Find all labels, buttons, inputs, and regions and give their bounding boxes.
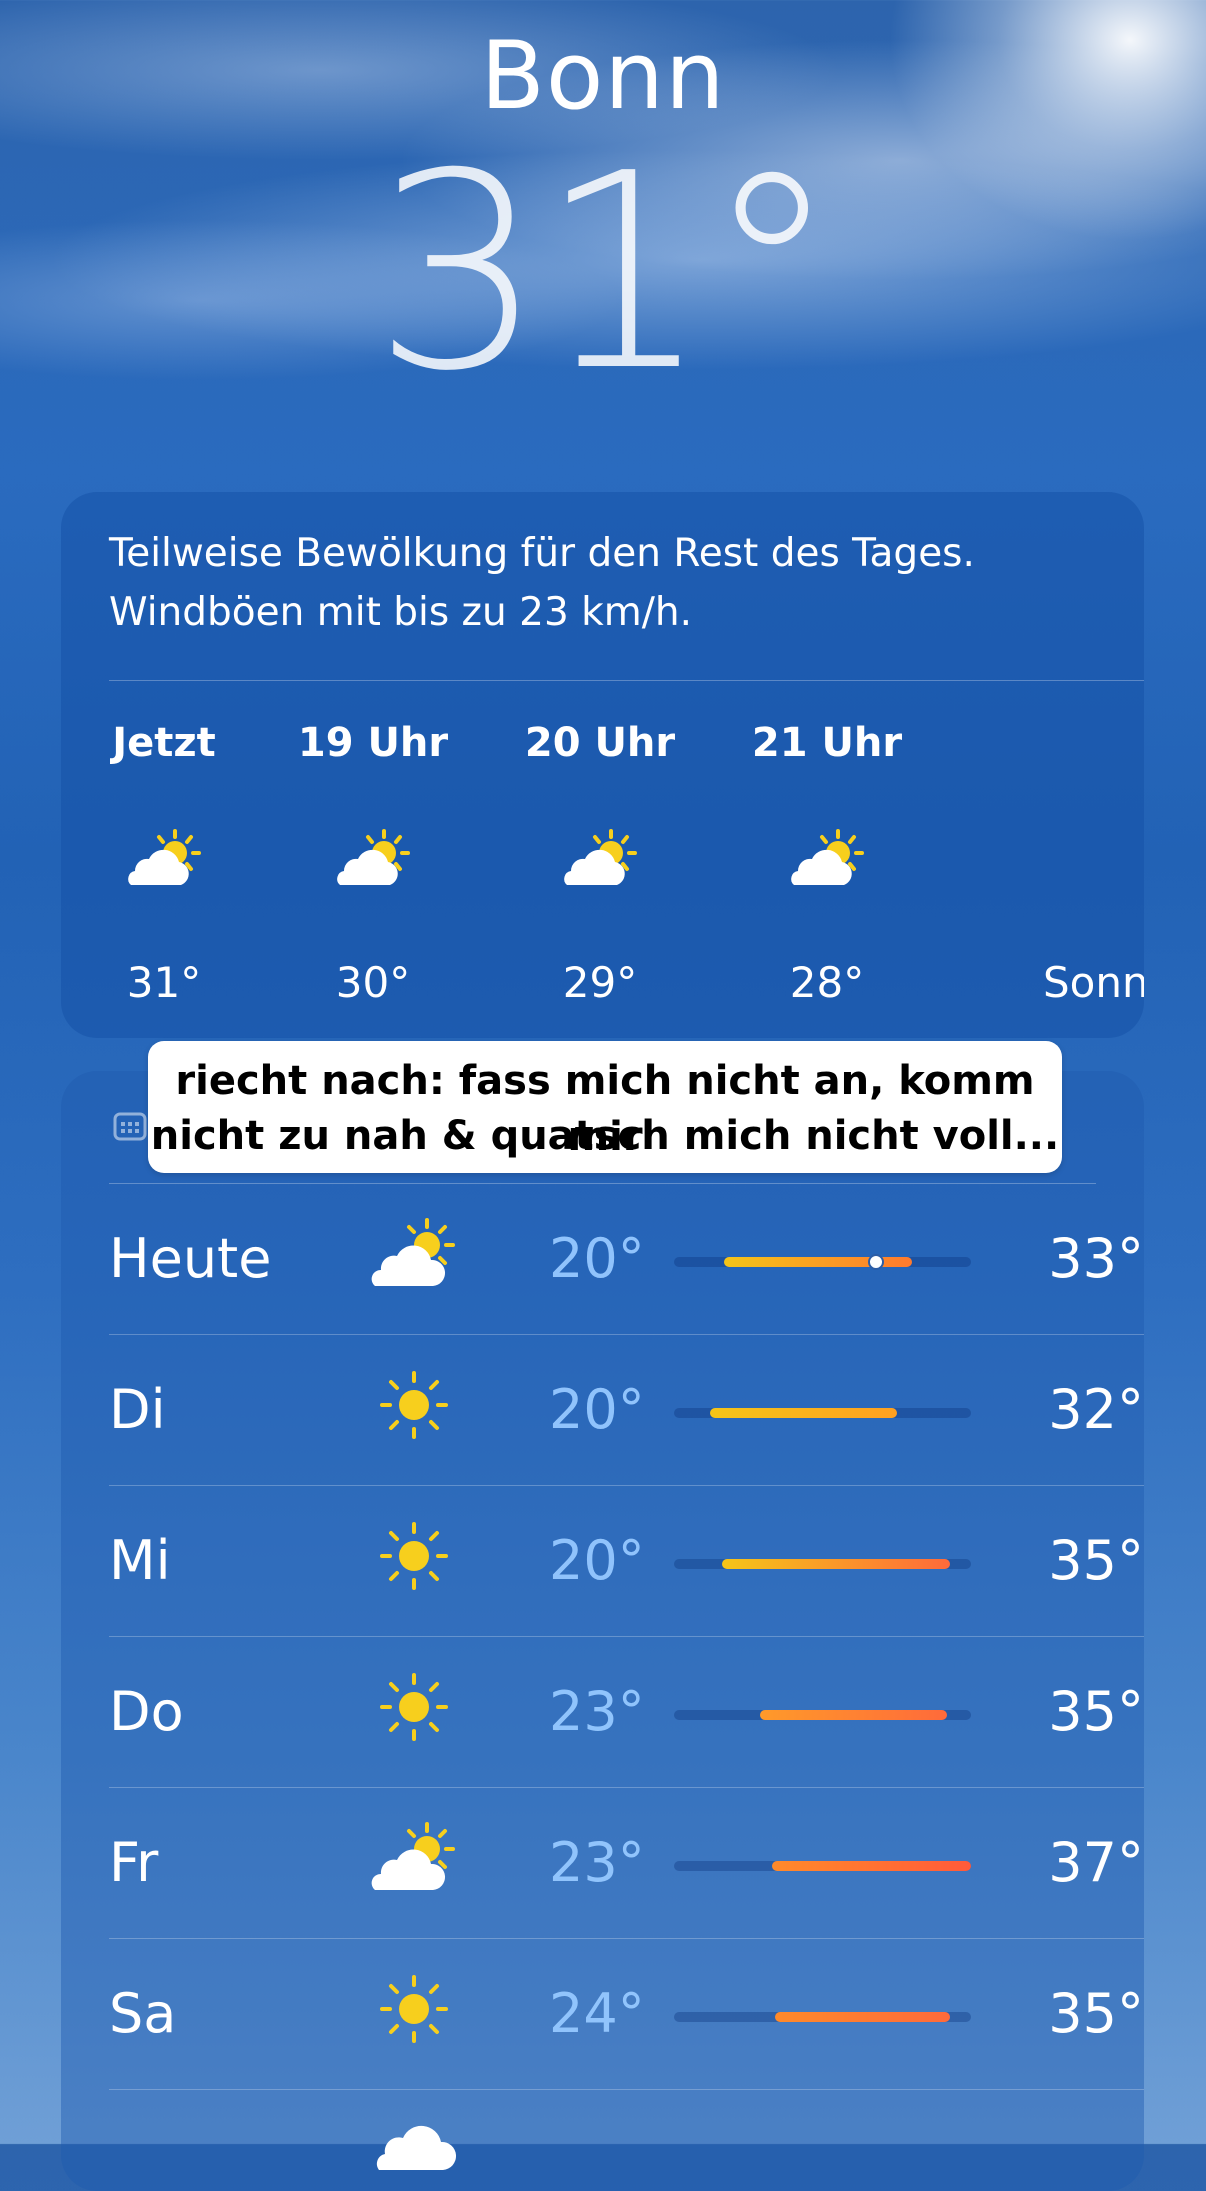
partly-cloudy-icon <box>337 829 410 885</box>
day-label: Fr <box>109 1831 159 1894</box>
temp-range-bar <box>674 1254 971 1270</box>
day-label: Di <box>109 1378 166 1441</box>
partly-cloudy-icon <box>369 1214 459 1294</box>
partly-cloudy-icon <box>564 829 637 885</box>
hour-label: Jetzt <box>112 720 216 766</box>
hour-temp: 31° <box>126 958 202 1007</box>
daily-row-heute[interactable]: Heute 20° 33° <box>109 1184 1144 1335</box>
hour-temp: 29° <box>562 958 638 1007</box>
daily-row-do[interactable]: Do 23° 35° <box>109 1637 1144 1788</box>
high-temp: 33° <box>1048 1227 1144 1290</box>
temp-range-fill <box>772 1861 971 1871</box>
day-label: Do <box>109 1680 184 1743</box>
daily-row-partial <box>109 2090 1144 2191</box>
low-temp: 20° <box>549 1227 645 1290</box>
hour-temp: Sonnen <box>1043 958 1144 1007</box>
day-label: Sa <box>109 1982 177 2045</box>
high-temp: 37° <box>1048 1831 1144 1894</box>
partly-cloudy-icon <box>128 829 201 885</box>
hour-item-sunset[interactable]: 2 Sonnen <box>979 492 1144 1038</box>
low-temp: 24° <box>549 1982 645 2045</box>
daily-row-mi[interactable]: Mi 20° 35° <box>109 1486 1144 1637</box>
low-temp: 23° <box>549 1680 645 1743</box>
day-label: Mi <box>109 1529 171 1592</box>
hour-temp: 28° <box>789 958 865 1007</box>
temp-range-bar <box>674 2012 971 2022</box>
cloud-icon <box>369 2110 459 2190</box>
temp-range-fill <box>775 2012 950 2022</box>
sun-icon <box>369 1516 459 1596</box>
low-temp: 20° <box>549 1529 645 1592</box>
hour-label: 21 Uhr <box>751 720 903 766</box>
hour-label: 20 Uhr <box>524 720 676 766</box>
high-temp: 35° <box>1048 1529 1144 1592</box>
high-temp: 32° <box>1048 1378 1144 1441</box>
low-temp: 20° <box>549 1378 645 1441</box>
temp-range-fill <box>722 1559 950 1569</box>
temp-range-bar <box>674 1861 971 1871</box>
high-temp: 35° <box>1048 1680 1144 1743</box>
hour-item-20[interactable]: 20 Uhr 29° <box>500 492 700 1038</box>
current-temp-marker <box>868 1254 884 1270</box>
temp-range-fill <box>710 1408 897 1418</box>
low-temp: 23° <box>549 1831 645 1894</box>
temp-range-bar <box>674 1559 971 1569</box>
hour-item-19[interactable]: 19 Uhr 30° <box>273 492 473 1038</box>
hour-item-21[interactable]: 21 Uhr 28° <box>727 492 927 1038</box>
temp-range-fill <box>760 1710 947 1720</box>
sun-icon <box>369 1969 459 2049</box>
sun-icon <box>369 1667 459 1747</box>
hourly-scroll-list[interactable]: Jetzt 31° 19 Uhr 30° 20 Uhr 29° 21 Uhr 2… <box>61 492 1144 1038</box>
daily-row-di[interactable]: Di 20° 32° <box>109 1335 1144 1486</box>
calendar-icon <box>113 1112 147 1141</box>
daily-forecast-card[interactable]: Heute 20° 33° Di 20° 32° Mi 20° 35° Do 23° 35° Fr 23°… <box>61 1071 1144 2191</box>
hour-label: 19 Uhr <box>297 720 449 766</box>
hour-temp: 30° <box>335 958 411 1007</box>
current-temperature: 31° <box>372 115 840 430</box>
day-label: Heute <box>109 1227 272 1290</box>
high-temp: 35° <box>1048 1982 1144 2045</box>
sun-icon <box>369 1365 459 1445</box>
temp-range-bar <box>674 1408 971 1418</box>
daily-row-sa[interactable]: Sa 24° 35° <box>109 1939 1144 2090</box>
hour-item-now[interactable]: Jetzt 31° <box>64 492 264 1038</box>
caption-overlay: riecht nach: fass mich nicht an, komm mi… <box>148 1041 1062 1173</box>
daily-row-fr[interactable]: Fr 23° 37° <box>109 1788 1144 1939</box>
partly-cloudy-icon <box>791 829 864 885</box>
partly-cloudy-icon <box>369 1818 459 1898</box>
caption-line-2: nicht zu nah & quatsch mich nicht voll..… <box>150 1113 1060 1159</box>
temp-range-bar <box>674 1710 971 1720</box>
hourly-forecast-card[interactable]: Teilweise Bewölkung für den Rest des Tag… <box>61 492 1144 1038</box>
